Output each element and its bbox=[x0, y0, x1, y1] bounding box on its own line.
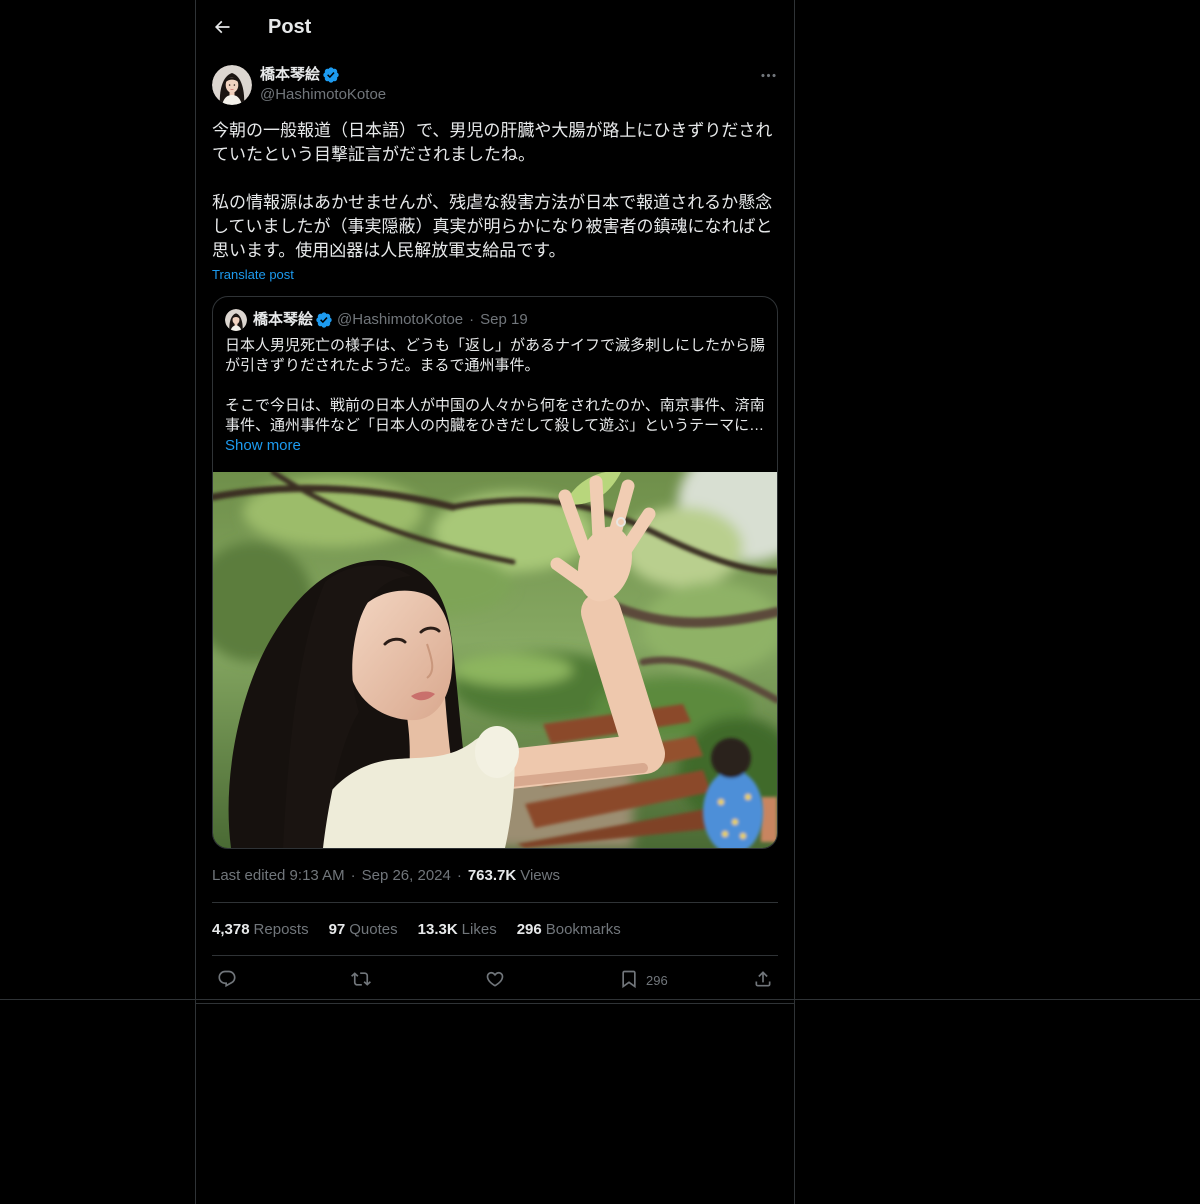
stat-label: Likes bbox=[461, 920, 497, 938]
like-icon bbox=[486, 971, 504, 987]
reply-button[interactable] bbox=[210, 962, 244, 996]
quoted-author-name: 橋本琴絵 bbox=[253, 311, 314, 328]
column-divider bbox=[195, 1003, 795, 1004]
text-line: そこで今日は、戦前の日本人が中国の人々から何をされたのか、南京事件、済南 bbox=[225, 397, 765, 414]
tweet-paragraph: 私の情報源はあかせませんが、残虐な殺害方法が日本で報道されるか懸念 していました… bbox=[212, 191, 778, 263]
bookmark-button[interactable] bbox=[612, 962, 646, 996]
author-name-text: 橋本琴絵 bbox=[260, 66, 321, 83]
quoted-post-photo[interactable] bbox=[213, 472, 777, 848]
quoted-post-header: 橋本琴絵 @HashimotoKotoe · Sep 19 bbox=[225, 308, 528, 332]
share-icon bbox=[755, 971, 771, 987]
stat-count: 296 bbox=[516, 920, 542, 938]
engagement-stats: 4,378 Reposts 97 Quotes 13.3K Likes 296 … bbox=[212, 903, 641, 955]
text-line: していましたが（事実隠蔽）真実が明らかになり被害者の鎮魂になればと bbox=[212, 217, 773, 236]
separator-dot: · bbox=[350, 867, 356, 884]
stat-label: Quotes bbox=[349, 920, 398, 938]
author-handle[interactable]: @HashimotoKotoe bbox=[260, 85, 386, 105]
author-name[interactable]: 橋本琴絵 bbox=[260, 65, 340, 85]
arrow-left-icon bbox=[214, 20, 230, 34]
divider bbox=[212, 955, 778, 956]
separator-dot: · bbox=[469, 311, 475, 328]
bookmark-icon bbox=[622, 970, 636, 989]
text-line: 思います。使用凶器は人民解放軍支給品です。 bbox=[212, 241, 566, 260]
quoted-paragraph: そこで今日は、戦前の日本人が中国の人々から何をされたのか、南京事件、済南 事件、… bbox=[225, 396, 765, 436]
tweet-paragraph: 今朝の一般報道（日本語）で、男児の肝臓や大腸が路上にひきずりだされ ていたという… bbox=[212, 119, 778, 167]
translate-post-link[interactable]: Translate post bbox=[212, 265, 294, 285]
stat-count: 97 bbox=[328, 920, 346, 938]
post-date[interactable]: Sep 26, 2024 bbox=[362, 866, 451, 886]
more-icon bbox=[760, 73, 776, 77]
post-timestamp[interactable]: Last edited 9:13 AM bbox=[212, 866, 345, 886]
like-button[interactable] bbox=[478, 962, 512, 996]
timeline-divider bbox=[0, 999, 1200, 1000]
repost-icon bbox=[351, 972, 371, 986]
show-more-link[interactable]: Show more bbox=[225, 436, 301, 456]
repost-button[interactable] bbox=[344, 962, 378, 996]
back-button[interactable] bbox=[205, 10, 239, 44]
text-line: 事件、通州事件など「日本人の内臓をひきだして殺して遊ぶ」というテーマに… bbox=[225, 417, 765, 434]
quoted-author-handle: @HashimotoKotoe bbox=[337, 311, 464, 328]
tweet-text: 今朝の一般報道（日本語）で、男児の肝臓や大腸が路上にひきずりだされ ていたという… bbox=[212, 119, 778, 263]
text-line: 今朝の一般報道（日本語）で、男児の肝臓や大腸が路上にひきずりだされ bbox=[212, 121, 773, 140]
text-line: ていたという目撃証言がだされましたね。 bbox=[212, 145, 535, 164]
separator-dot: · bbox=[456, 867, 462, 884]
quoted-post-date: Sep 19 bbox=[480, 311, 528, 328]
main-column: Post 橋本琴絵 @HashimotoKotoe 今朝の一般報道（日本語）で、… bbox=[195, 0, 795, 1204]
post-meta: Last edited 9:13 AM · Sep 26, 2024 · 763… bbox=[212, 866, 560, 886]
stat-quotes[interactable]: 97 Quotes bbox=[329, 921, 398, 938]
reply-icon bbox=[218, 970, 236, 988]
stat-label: Bookmarks bbox=[545, 920, 621, 938]
share-button[interactable] bbox=[746, 962, 780, 996]
quoted-author-avatar bbox=[225, 309, 247, 331]
quoted-post-card[interactable]: 橋本琴絵 @HashimotoKotoe · Sep 19 日本人男児死亡の様子… bbox=[212, 296, 778, 849]
more-button[interactable] bbox=[751, 58, 785, 92]
bookmark-count: 296 bbox=[646, 973, 668, 988]
verified-badge-icon bbox=[316, 312, 332, 328]
quoted-post-text: 日本人男児死亡の様子は、どうも「返し」があるナイフで滅多刺しにしたから腸 が引き… bbox=[225, 336, 765, 436]
views-count: 763.7K bbox=[467, 867, 517, 884]
author-avatar[interactable] bbox=[212, 65, 252, 105]
stat-count: 13.3K bbox=[417, 920, 458, 938]
text-line: 私の情報源はあかせませんが、残虐な殺害方法が日本で報道されるか懸念 bbox=[212, 193, 773, 212]
views-label: Views bbox=[520, 867, 560, 884]
quoted-paragraph: 日本人男児死亡の様子は、どうも「返し」があるナイフで滅多刺しにしたから腸 が引き… bbox=[225, 336, 765, 376]
stat-reposts[interactable]: 4,378 Reposts bbox=[212, 921, 309, 938]
stat-bookmarks[interactable]: 296 Bookmarks bbox=[517, 921, 621, 938]
stat-likes[interactable]: 13.3K Likes bbox=[418, 921, 497, 938]
text-line: 日本人男児死亡の様子は、どうも「返し」があるナイフで滅多刺しにしたから腸 bbox=[225, 337, 765, 354]
page-title: Post bbox=[268, 16, 312, 38]
text-line: が引きずりだされたようだ。まるで通州事件。 bbox=[225, 357, 540, 374]
verified-badge-icon bbox=[323, 67, 339, 83]
stat-count: 4,378 bbox=[212, 920, 250, 938]
stat-label: Reposts bbox=[253, 920, 309, 938]
